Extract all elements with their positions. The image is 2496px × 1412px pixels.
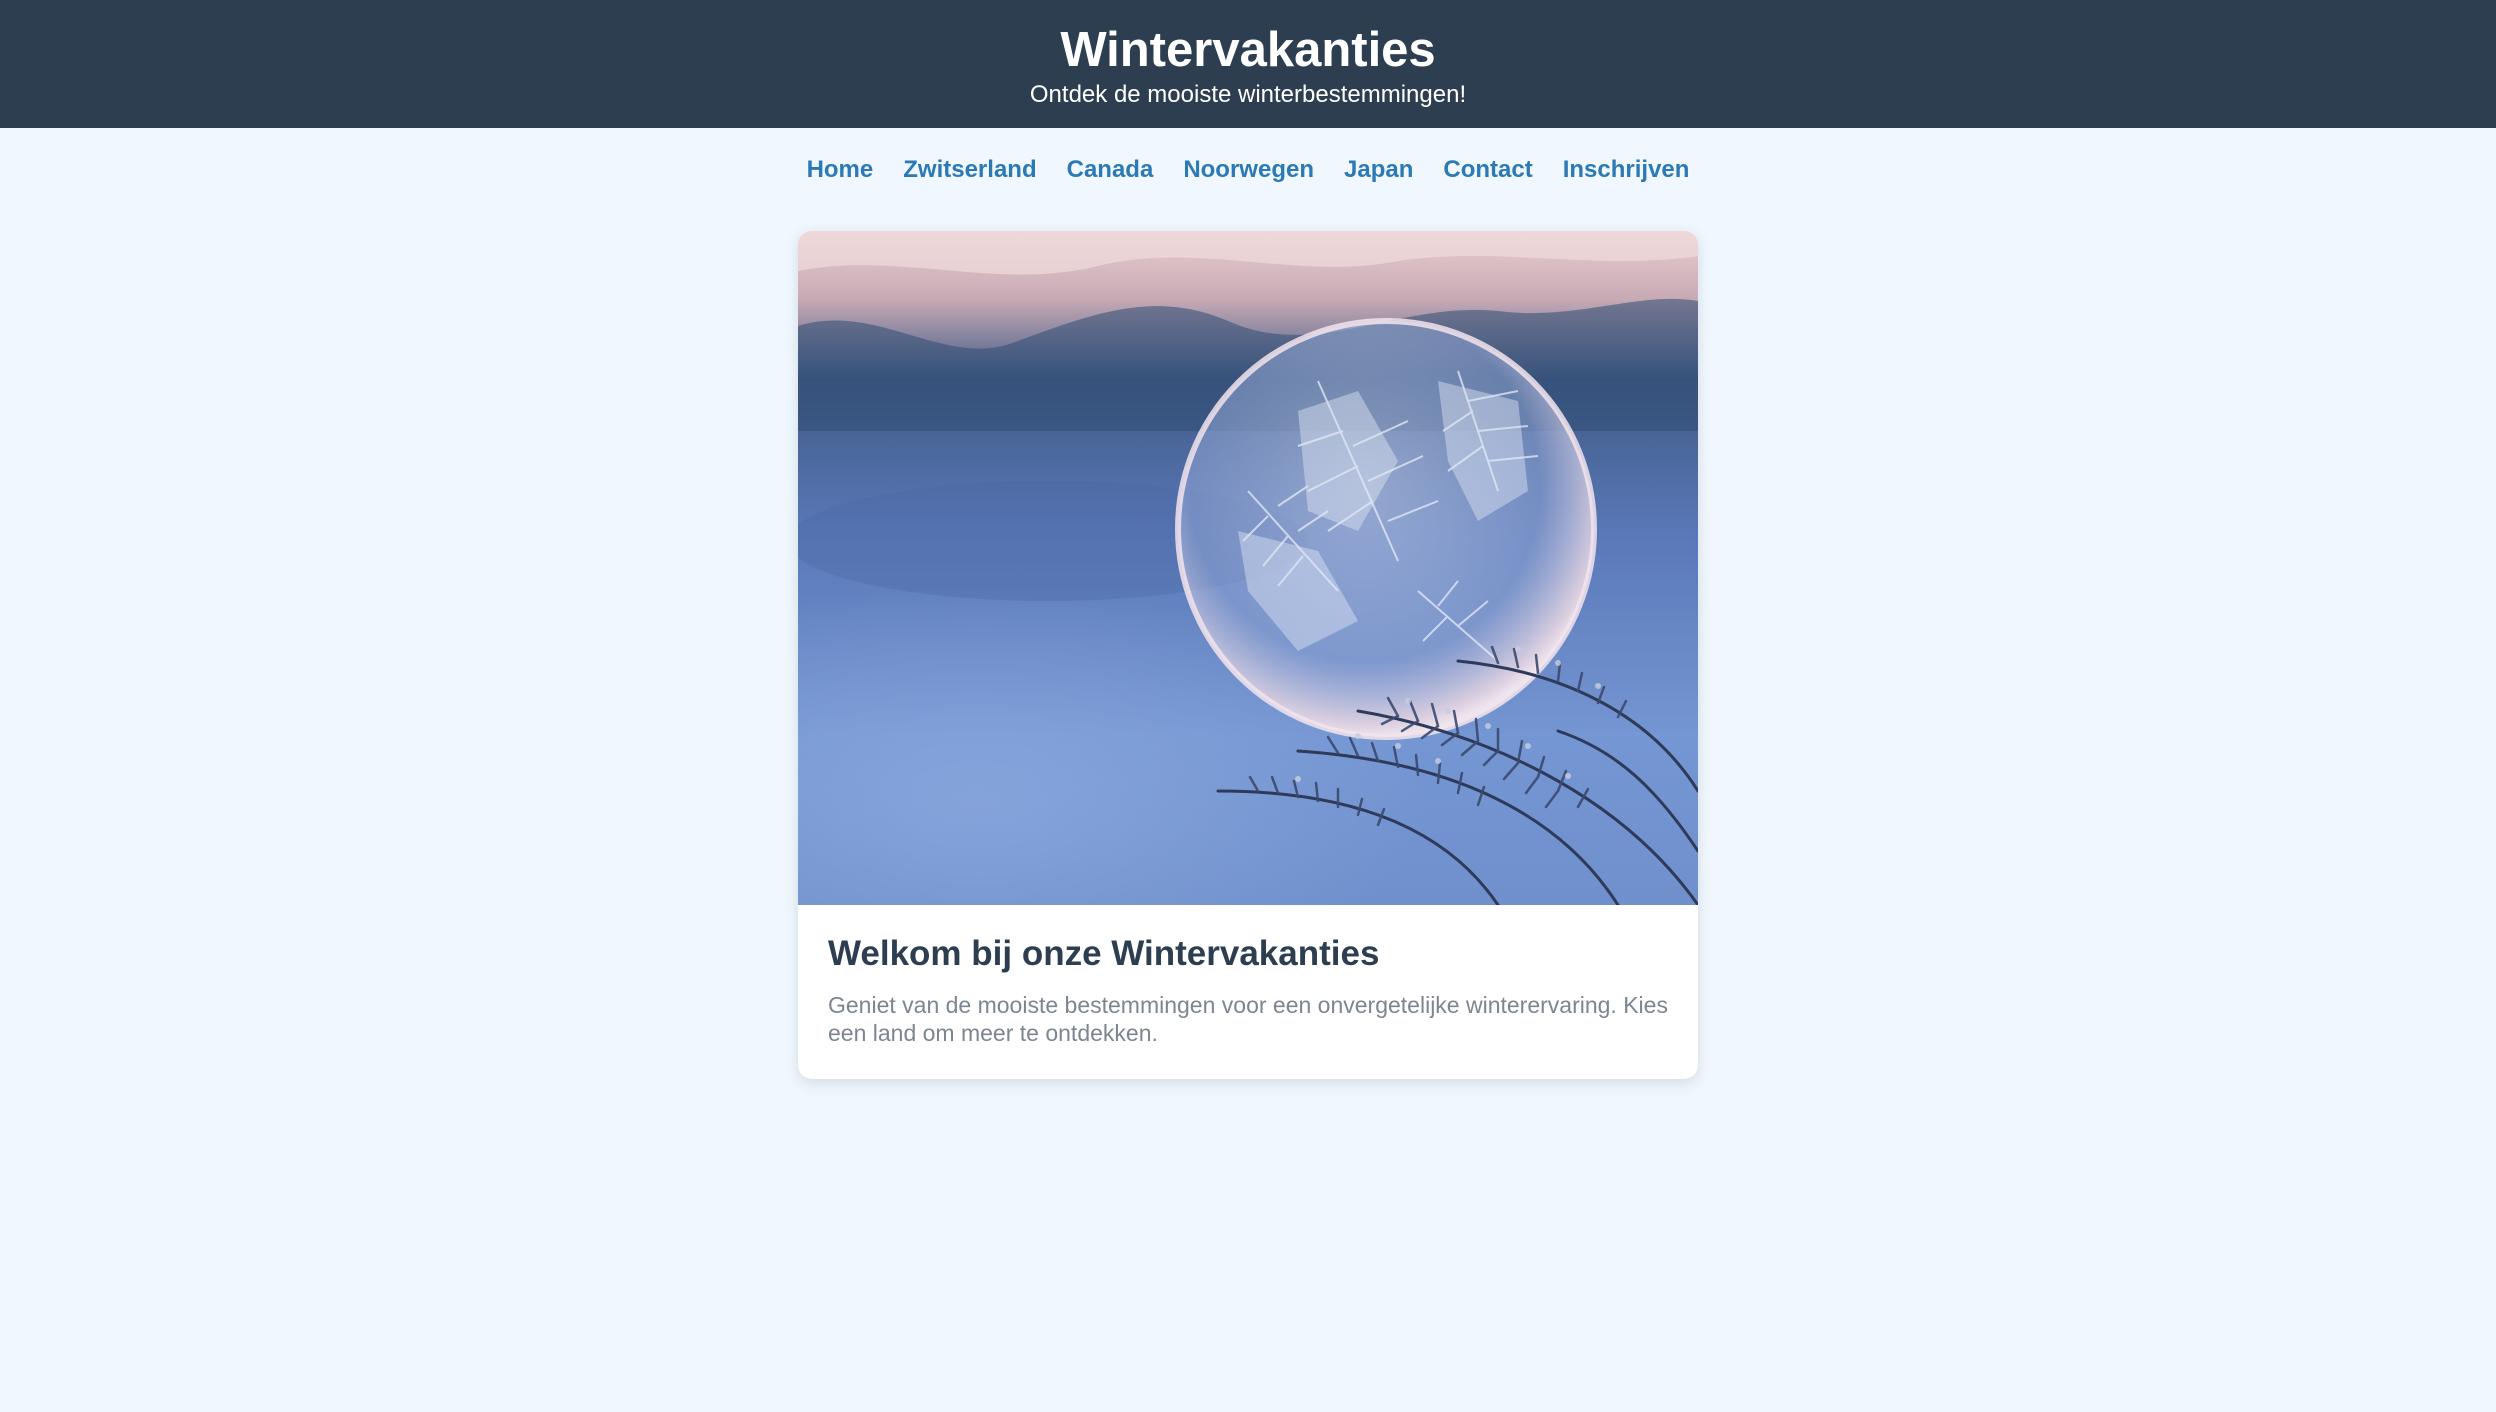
card-title: Welkom bij onze Wintervakanties (828, 934, 1380, 973)
hero-image (798, 231, 1698, 905)
welcome-card: Welkom bij onze Wintervakanties Geniet v… (798, 231, 1698, 1079)
site-header: Wintervakanties Ontdek de mooiste winter… (0, 0, 2496, 128)
nav-link-home[interactable]: Home (807, 150, 874, 190)
card-text: Geniet van de mooiste bestemmingen voor … (828, 992, 1668, 1046)
site-subtitle: Ontdek de mooiste winterbestemmingen! (1029, 81, 1467, 108)
nav-link-canada[interactable]: Canada (1067, 150, 1154, 190)
nav-link-inschrijven[interactable]: Inschrijven (1563, 150, 1690, 190)
main-nav: Home Zwitserland Canada Noorwegen Japan … (0, 128, 2496, 190)
nav-link-japan[interactable]: Japan (1344, 150, 1413, 190)
card-body: Welkom bij onze Wintervakanties Geniet v… (798, 905, 1698, 1047)
nav-link-noorwegen[interactable]: Noorwegen (1183, 150, 1314, 190)
site-title: Wintervakanties (1060, 23, 1436, 77)
nav-link-zwitserland[interactable]: Zwitserland (903, 150, 1036, 190)
nav-link-contact[interactable]: Contact (1443, 150, 1532, 190)
